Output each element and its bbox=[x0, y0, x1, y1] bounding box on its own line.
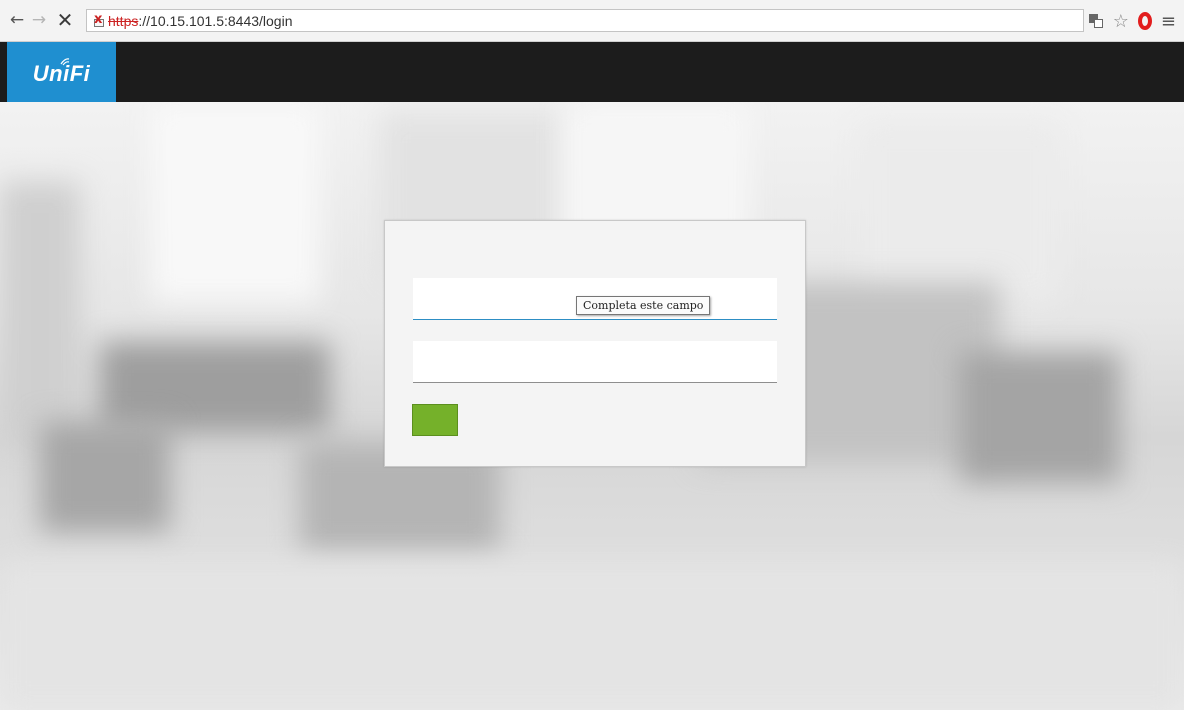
login-button[interactable] bbox=[412, 404, 458, 436]
stop-icon[interactable]: ✕ bbox=[55, 8, 75, 32]
forward-arrow-icon[interactable]: → bbox=[29, 9, 49, 31]
url-text: https://10.15.101.5:8443/login bbox=[108, 13, 293, 29]
opera-icon[interactable] bbox=[1137, 12, 1152, 30]
insecure-lock-icon[interactable]: x bbox=[93, 13, 105, 27]
url-path: ://10.15.101.5:8443/login bbox=[138, 12, 293, 29]
bookmark-star-icon[interactable]: ☆ bbox=[1113, 11, 1129, 32]
back-arrow-icon[interactable]: ← bbox=[7, 9, 27, 31]
url-scheme: https bbox=[108, 12, 139, 29]
address-bar[interactable]: x https://10.15.101.5:8443/login bbox=[86, 9, 1084, 32]
browser-extension-icons: ☆ ≡ bbox=[1088, 10, 1176, 32]
password-input[interactable] bbox=[413, 341, 777, 383]
menu-icon[interactable]: ≡ bbox=[1161, 11, 1176, 32]
app-header: UniFi bbox=[0, 42, 1184, 102]
browser-toolbar: ← → ✕ x https://10.15.101.5:8443/login ☆… bbox=[0, 0, 1184, 42]
wifi-mark-icon bbox=[60, 58, 70, 66]
translate-icon[interactable] bbox=[1088, 13, 1104, 29]
unifi-logo[interactable]: UniFi bbox=[7, 42, 116, 102]
login-card bbox=[384, 220, 806, 467]
validation-tooltip: Completa este campo bbox=[576, 296, 711, 315]
